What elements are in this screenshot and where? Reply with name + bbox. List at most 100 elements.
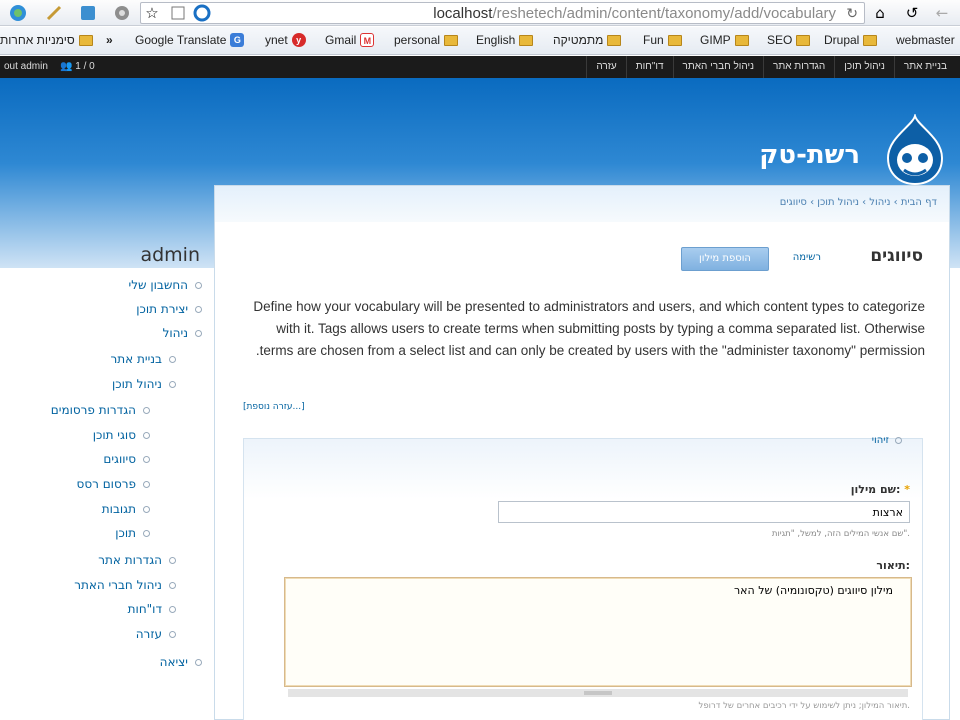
folder-icon — [78, 34, 93, 46]
sidebar-item-site-configuration[interactable]: הגדרות אתר — [98, 553, 176, 567]
sidebar-item-content-types[interactable]: סוגי תוכן — [93, 428, 150, 442]
bookmark-label: Google Translate — [135, 33, 227, 47]
url-refresh-icon[interactable]: ↻ — [846, 5, 858, 22]
sidebar-item-taxonomy[interactable]: סיווגים — [103, 452, 150, 466]
sidebar-item-content-management[interactable]: ניהול תוכן — [112, 377, 176, 391]
bookmark-label: סימניות אחרות — [0, 33, 75, 47]
description-help-text: תיאור המילון; ניתן לשימוש על ידי רכיבים … — [698, 701, 911, 711]
ie-icon[interactable] — [8, 3, 28, 23]
identification-fieldset: זיהוי שם מילון: * שם אנשי המילים הזה, למ… — [243, 435, 923, 720]
users-count: 1 / 0 — [75, 61, 95, 72]
admin-menu-item[interactable]: דו"חות — [625, 56, 673, 78]
bookmark-label: GIMP — [700, 33, 731, 47]
bookmark-label: Drupal — [824, 33, 860, 47]
help-text: Define how your vocabulary will be prese… — [253, 299, 925, 358]
site-name[interactable]: רשת-טק — [759, 140, 860, 170]
sidebar-title: admin — [140, 244, 200, 266]
bookmark-other[interactable]: סימניות אחרות — [0, 33, 93, 47]
folder-icon — [444, 34, 459, 46]
translate-icon: G — [230, 33, 245, 47]
wrench-icon[interactable] — [44, 3, 64, 23]
bookmark-seo[interactable]: SEO — [767, 33, 811, 47]
sidebar-item-logout[interactable]: יציאה — [160, 655, 202, 669]
sidebar-item-administer[interactable]: ניהול — [163, 326, 202, 340]
logout-link[interactable]: out admin — [4, 61, 48, 72]
folder-icon — [519, 34, 534, 46]
more-help-link[interactable]: [עזרה נוספת...] — [243, 402, 305, 412]
breadcrumb-bar: דף הבית › ניהול › ניהול תוכן › סיווגים — [215, 186, 949, 222]
folder-icon — [667, 34, 682, 46]
fieldset-legend[interactable]: זיהוי — [872, 435, 902, 446]
bookmark-math[interactable]: מתמטיקה — [553, 33, 622, 47]
required-marker: * — [904, 483, 910, 496]
home-icon[interactable]: ⌂ — [870, 3, 890, 23]
sidebar-item-post-settings[interactable]: הגדרות פרסומים — [51, 403, 150, 417]
sidebar-item-rss-publishing[interactable]: פרסום רסס — [77, 477, 150, 491]
browser-toolbar: localhost/reshetech/admin/content/taxono… — [0, 0, 960, 26]
bookmark-fun[interactable]: Fun — [643, 33, 682, 47]
folder-icon — [796, 34, 811, 46]
drupal-logo[interactable] — [884, 114, 946, 186]
admin-menu-item[interactable]: ניהול תוכן — [834, 56, 894, 78]
ynet-icon: y — [291, 33, 306, 47]
folder-icon — [607, 34, 622, 46]
users-icon: 👥 — [60, 61, 76, 72]
vocabulary-name-input[interactable] — [498, 501, 910, 523]
bookmark-drupal[interactable]: Drupal — [824, 33, 878, 47]
bookmark-english[interactable]: English — [476, 33, 534, 47]
ie-icon[interactable] — [192, 3, 212, 23]
url-host: localhost — [433, 4, 493, 22]
bookmark-label: Fun — [643, 33, 664, 47]
vocabulary-name-label: שם מילון: * — [851, 483, 910, 496]
admin-menu-item[interactable]: בניית אתר — [893, 56, 956, 78]
bookmark-webmaster[interactable]: webmaster — [896, 33, 955, 47]
description-label: תיאור: — [876, 559, 910, 572]
bookmark-ynet[interactable]: ynet y — [265, 33, 306, 47]
bookmark-label: SEO — [767, 33, 793, 47]
tab-add-vocabulary[interactable]: הוספת מילון — [681, 247, 769, 271]
bookmark-label: Gmail — [325, 33, 357, 47]
translate-toolbar-icon[interactable] — [78, 3, 98, 23]
sidebar-item-user-management[interactable]: ניהול חברי האתר — [74, 578, 176, 592]
folder-icon — [863, 34, 878, 46]
bookmark-label: English — [476, 33, 516, 47]
vocabulary-name-description: שם אנשי המילים הזה, למשל, "תגיות". — [771, 529, 910, 539]
bookmark-gmail[interactable]: Gmail M — [325, 33, 375, 47]
chevron-icon[interactable]: » — [106, 33, 113, 47]
sidebar-item-help[interactable]: עזרה — [136, 627, 176, 641]
description-textarea[interactable]: מילון סיווגים (טקסונומיה) של האר — [284, 577, 912, 687]
page-icon[interactable] — [168, 3, 188, 23]
url-path: /reshetech/admin/content/taxonomy/add/vo… — [492, 4, 836, 22]
users-counter: 👥 1 / 0 — [60, 61, 95, 72]
bookmarks-bar: סימניות אחרות » Google Translate G ynet y … — [0, 27, 960, 55]
sidebar-item-comments[interactable]: תגובות — [102, 502, 150, 516]
star-icon[interactable]: ☆ — [142, 3, 162, 23]
sidebar: admin החשבון שלי יצירת תוכן ניהול בניית … — [0, 238, 210, 720]
breadcrumb[interactable]: דף הבית › ניהול › ניהול תוכן › סיווגים — [780, 197, 937, 208]
sidebar-item-site-building[interactable]: בניית אתר — [111, 352, 177, 366]
bookmark-label: webmaster — [896, 33, 955, 47]
admin-toolbar: out admin 👥 1 / 0 בניית אתר ניהול תוכן ה… — [0, 56, 960, 78]
bookmark-label: ynet — [265, 33, 288, 47]
tab-list[interactable]: רשימה — [793, 252, 821, 263]
refresh-icon[interactable]: ↺ — [902, 3, 922, 23]
content-panel: דף הבית › ניהול › ניהול תוכן › סיווגים ס… — [214, 185, 950, 720]
gear-icon[interactable] — [112, 3, 132, 23]
folder-icon — [734, 34, 749, 46]
sidebar-item-create-content[interactable]: יצירת תוכן — [136, 302, 202, 316]
back-icon[interactable]: ← — [932, 3, 952, 23]
admin-menu-item[interactable]: הגדרות אתר — [762, 56, 834, 78]
vocabulary-name-label-text: שם מילון: — [850, 483, 901, 496]
sidebar-item-my-account[interactable]: החשבון שלי — [129, 278, 202, 292]
admin-menu-item[interactable]: עזרה — [586, 56, 625, 78]
sidebar-item-reports[interactable]: דו"חות — [128, 602, 176, 616]
bookmark-label: personal — [394, 33, 441, 47]
bookmark-label: מתמטיקה — [553, 33, 604, 47]
bookmark-google-translate[interactable]: Google Translate G — [135, 33, 245, 47]
sidebar-item-content[interactable]: תוכן — [115, 526, 150, 540]
bookmark-personal[interactable]: personal — [394, 33, 459, 47]
bookmark-gimp[interactable]: GIMP — [700, 33, 749, 47]
textarea-resize-grip[interactable] — [288, 689, 908, 697]
address-bar[interactable]: localhost/reshetech/admin/content/taxono… — [140, 2, 865, 24]
admin-menu-item[interactable]: ניהול חברי האתר — [672, 56, 763, 78]
